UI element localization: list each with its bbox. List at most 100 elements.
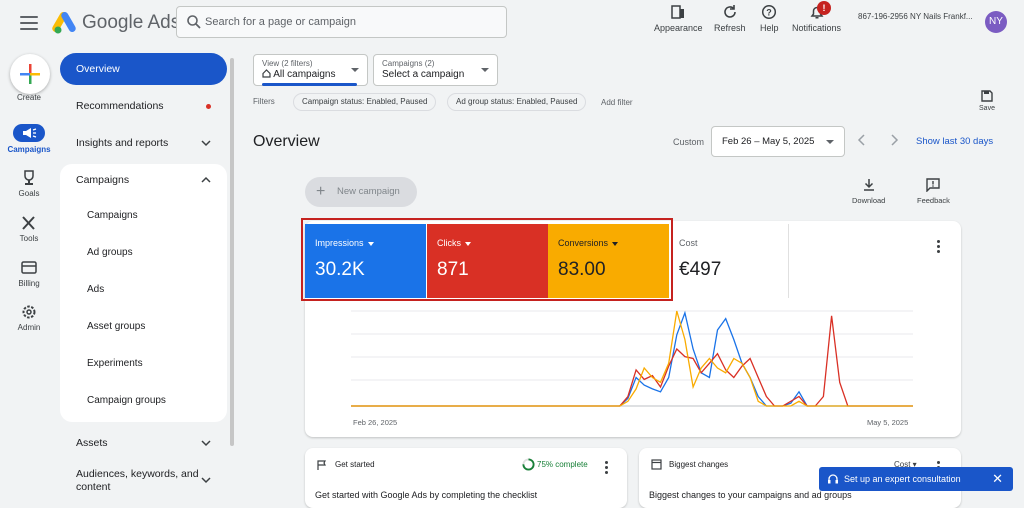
search-bar[interactable]: Search for a page or campaign xyxy=(176,6,507,38)
search-icon xyxy=(187,15,201,29)
trophy-icon xyxy=(24,170,34,185)
more-options-icon[interactable] xyxy=(605,461,608,476)
view-dropdown-label: View (2 filters) xyxy=(262,59,313,68)
new-campaign-button[interactable]: + New campaign xyxy=(305,177,417,207)
top-bar: Google Ads Search for a page or campaign… xyxy=(0,0,1024,46)
window-icon xyxy=(651,459,662,470)
close-icon[interactable]: ✕ xyxy=(992,467,1003,491)
filter-chip-campaign-status[interactable]: Campaign status: Enabled, Paused xyxy=(293,93,437,111)
create-button[interactable] xyxy=(10,54,50,94)
metric-cost[interactable]: Cost €497 xyxy=(669,224,789,298)
completion-percent: 75% complete xyxy=(537,460,588,469)
main-content: View (2 filters) All campaigns Campaigns… xyxy=(240,46,1024,508)
campaigns-icon xyxy=(13,124,45,142)
rail-item-admin[interactable]: Admin xyxy=(0,304,58,332)
left-rail: Create Campaigns Goals Tools Billing Adm… xyxy=(0,46,58,497)
svg-text:?: ? xyxy=(767,8,773,18)
metric-value: €497 xyxy=(679,259,722,280)
chevron-up-icon xyxy=(201,176,211,183)
rail-label: Billing xyxy=(18,279,40,288)
nav-item-overview[interactable]: Overview xyxy=(60,53,227,85)
notifications-label: Notifications xyxy=(792,23,842,33)
more-options-icon[interactable] xyxy=(937,240,940,255)
expert-consultation-banner[interactable]: Set up an expert consultation ✕ xyxy=(819,467,1013,491)
avatar[interactable]: NY xyxy=(985,11,1007,33)
page-title: Overview xyxy=(253,133,320,150)
card-title: Get started xyxy=(335,460,375,469)
chevron-down-icon xyxy=(201,440,211,447)
appearance-icon xyxy=(671,5,685,19)
chevron-down-icon xyxy=(201,140,211,147)
nav-sub-ad-groups[interactable]: Ad groups xyxy=(87,247,133,258)
chevron-right-icon[interactable] xyxy=(888,134,900,146)
notifications-button[interactable]: Notifications ! xyxy=(792,1,842,33)
caret-down-icon xyxy=(351,68,359,72)
help-label: Help xyxy=(760,23,779,33)
tools-icon xyxy=(22,216,35,230)
nav-sub-experiments[interactable]: Experiments xyxy=(87,358,143,369)
rail-item-goals[interactable]: Goals xyxy=(0,170,58,198)
progress-ring-icon xyxy=(522,458,535,471)
save-label: Save xyxy=(979,105,995,112)
nav-sub-campaigns[interactable]: Campaigns xyxy=(87,210,138,221)
nav-item-audiences[interactable]: Audiences, keywords, and content xyxy=(60,463,227,495)
get-started-card[interactable]: Get started 75% complete Get started wit… xyxy=(305,448,627,508)
refresh-button[interactable]: Refresh xyxy=(714,4,746,33)
nav-label: Insights and reports xyxy=(76,137,169,149)
notification-dot xyxy=(206,104,211,109)
feedback-button[interactable]: Feedback xyxy=(917,178,950,205)
card-title: Biggest changes xyxy=(669,460,729,469)
nav-sub-ads[interactable]: Ads xyxy=(87,284,104,295)
nav-scrollbar[interactable] xyxy=(230,58,234,446)
nav-sub-campaign-groups[interactable]: Campaign groups xyxy=(87,395,166,406)
nav-item-campaigns-group[interactable]: Campaigns xyxy=(60,164,227,196)
side-nav: Overview Recommendations Insights and re… xyxy=(60,46,230,497)
custom-label: Custom xyxy=(673,137,705,147)
metrics-highlight-box xyxy=(301,218,673,301)
feedback-icon xyxy=(926,178,941,192)
nav-label: Assets xyxy=(76,437,108,449)
add-filter-button[interactable]: Add filter xyxy=(601,98,633,107)
save-button[interactable]: Save xyxy=(977,89,997,112)
rail-label: Campaigns xyxy=(7,145,51,154)
rail-label: Admin xyxy=(17,323,41,332)
account-id[interactable]: 867-196-2956 NY Nails Frankf... xyxy=(858,12,978,21)
filter-chip-ad-group-status[interactable]: Ad group status: Enabled, Paused xyxy=(447,93,587,111)
appearance-label: Appearance xyxy=(654,23,703,33)
nav-item-recommendations[interactable]: Recommendations xyxy=(60,90,227,122)
new-campaign-label: New campaign xyxy=(337,186,400,197)
campaign-dropdown[interactable]: Campaigns (2) Select a campaign xyxy=(373,54,498,86)
chevron-left-icon[interactable] xyxy=(856,134,868,146)
series-line-2 xyxy=(351,310,913,407)
rail-item-tools[interactable]: Tools xyxy=(0,215,58,243)
nav-sub-asset-groups[interactable]: Asset groups xyxy=(87,321,145,332)
appearance-button[interactable]: Appearance xyxy=(654,4,703,33)
flag-icon xyxy=(317,460,326,470)
caret-down-icon xyxy=(826,140,834,144)
rail-item-billing[interactable]: Billing xyxy=(0,260,58,288)
date-range-picker[interactable]: Feb 26 – May 5, 2025 xyxy=(711,126,845,157)
help-button[interactable]: ? Help xyxy=(760,4,779,33)
rail-label: Goals xyxy=(18,189,40,198)
view-dropdown[interactable]: View (2 filters) All campaigns xyxy=(253,54,368,86)
download-icon xyxy=(863,179,874,191)
nav-label: Campaigns xyxy=(76,174,130,186)
filters-label: Filters xyxy=(253,97,275,106)
show-last-30-days-link[interactable]: Show last 30 days xyxy=(916,136,993,147)
nav-label: content xyxy=(76,481,111,493)
hamburger-menu-icon[interactable] xyxy=(18,13,40,33)
plus-icon: + xyxy=(316,183,326,200)
nav-item-assets[interactable]: Assets xyxy=(60,427,227,459)
nav-item-insights[interactable]: Insights and reports xyxy=(60,127,227,159)
caret-down-icon xyxy=(481,68,489,72)
download-button[interactable]: Download xyxy=(852,178,885,205)
date-range-value: Feb 26 – May 5, 2025 xyxy=(722,136,815,147)
plus-icon xyxy=(20,64,40,84)
series-line-0 xyxy=(351,310,913,407)
refresh-label: Refresh xyxy=(714,23,746,33)
help-icon: ? xyxy=(762,4,777,20)
brand-name: Google Ads xyxy=(82,12,181,33)
performance-card: Impressions 30.2K Clicks 871 Conversions… xyxy=(301,218,961,437)
card-subtitle: Biggest changes to your campaigns and ad… xyxy=(649,490,852,500)
rail-item-campaigns[interactable]: Campaigns xyxy=(0,124,58,154)
